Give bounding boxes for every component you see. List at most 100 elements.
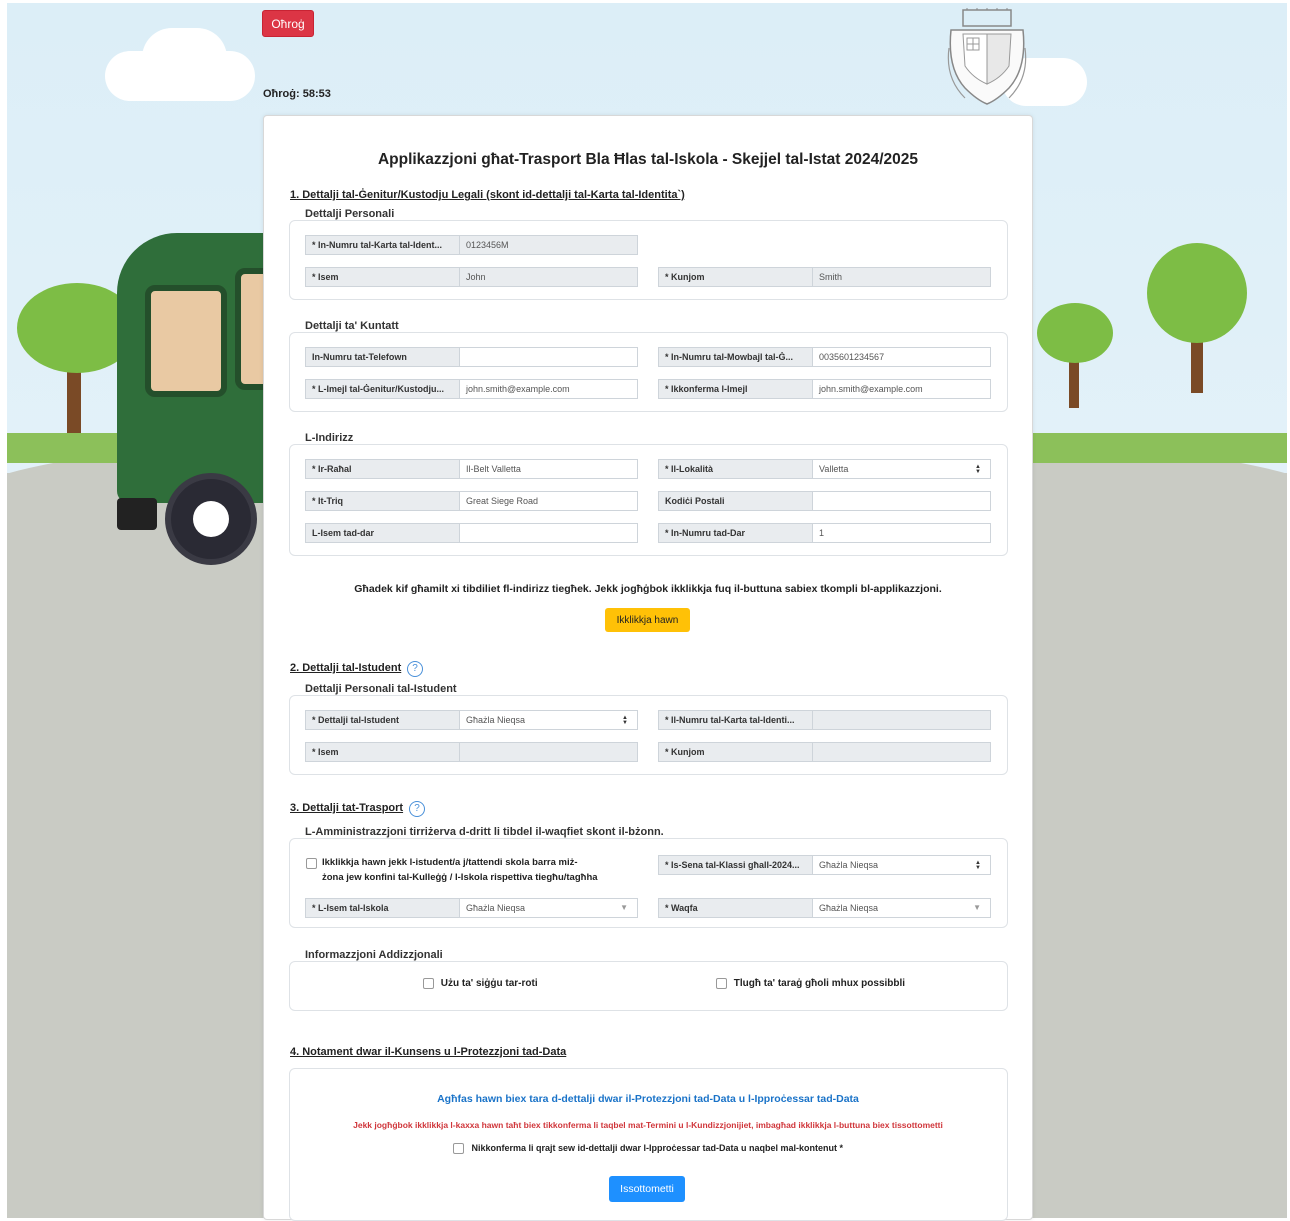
- village-input[interactable]: Il-Belt Valletta: [459, 459, 638, 479]
- mobile-field: * In-Numru tal-Mowbajl tal-Ġ... 00356012…: [658, 347, 991, 367]
- student-select-field: * Dettalji tal-Istudent Għażla Nieqsa ▲ ▼: [305, 710, 638, 730]
- chevron-down-icon: ▼︎: [620, 903, 628, 912]
- additional-info-legend: Informazzjoni Addizzjonali: [305, 949, 443, 961]
- address-panel: * Ir-Raħal Il-Belt Valletta * Il-Lokalit…: [289, 444, 1008, 556]
- student-id-field: * Il-Numru tal-Karta tal-Identi...: [658, 710, 991, 730]
- student-name-field: * Isem: [305, 742, 638, 762]
- contact-details-panel: In-Numru tat-Telefown * In-Numru tal-Mow…: [289, 332, 1008, 412]
- data-protection-link[interactable]: Agħfas hawn biex tara d-dettalji dwar il…: [264, 1093, 1032, 1105]
- locality-field: * Il-Lokalità Valletta ▲ ▼: [658, 459, 991, 479]
- school-name-select[interactable]: Għażla Nieqsa ▼︎: [459, 898, 638, 918]
- section-4-heading: 4. Notament dwar il-Kunsens u l-Protezzj…: [290, 1046, 567, 1058]
- house-name-input[interactable]: [459, 523, 638, 543]
- email-input[interactable]: john.smith@example.com: [459, 379, 638, 399]
- parent-id-card-input[interactable]: 0123456M: [459, 235, 638, 255]
- session-timer: Oħroġ: 58:53: [263, 88, 331, 100]
- student-select[interactable]: Għażla Nieqsa ▲ ▼: [459, 710, 638, 730]
- village-field: * Ir-Raħal Il-Belt Valletta: [305, 459, 638, 479]
- student-surname-input[interactable]: [812, 742, 991, 762]
- mobile-label: * In-Numru tal-Mowbajl tal-Ġ...: [658, 347, 812, 367]
- confirm-email-input[interactable]: john.smith@example.com: [812, 379, 991, 399]
- click-here-button[interactable]: Ikklikkja hawn: [605, 608, 690, 632]
- parent-surname-field: * Kunjom Smith: [658, 267, 991, 287]
- outside-zone-checkbox[interactable]: [306, 858, 317, 869]
- street-label: * It-Triq: [305, 491, 459, 511]
- student-name-input[interactable]: [459, 742, 638, 762]
- locality-label: * Il-Lokalità: [658, 459, 812, 479]
- stairs-option: Tlugħ ta' taraġ għoli mhux possibbli: [716, 978, 905, 989]
- bus-stop-label: * Waqfa: [658, 898, 812, 918]
- parent-id-card-field: * In-Numru tal-Karta tal-Ident... 012345…: [305, 235, 638, 255]
- house-name-label: L-Isem tad-dar: [305, 523, 459, 543]
- student-id-input[interactable]: [812, 710, 991, 730]
- help-icon[interactable]: ?: [407, 661, 423, 677]
- phone-label: In-Numru tat-Telefown: [305, 347, 459, 367]
- chevron-down-icon: ▼︎: [973, 903, 981, 912]
- consent-label: Nikkonferma li qrajt sew id-dettalji dwa…: [471, 1143, 844, 1153]
- parent-name-input[interactable]: John: [459, 267, 638, 287]
- outside-zone-option: Ikklikkja hawn jekk l-istudent/a j/tatte…: [306, 855, 641, 885]
- wheelchair-checkbox[interactable]: [423, 978, 434, 989]
- postcode-field: Kodiċi Postali: [658, 491, 991, 511]
- additional-info-panel: Użu ta' siġġu tar-roti Tlugħ ta' taraġ g…: [289, 961, 1008, 1011]
- mobile-input[interactable]: 0035601234567: [812, 347, 991, 367]
- outside-zone-label-1: Ikklikkja hawn jekk l-istudent/a j/tatte…: [322, 857, 578, 868]
- street-input[interactable]: Great Siege Road: [459, 491, 638, 511]
- exit-button[interactable]: Oħroġ: [262, 10, 314, 37]
- parent-surname-input[interactable]: Smith: [812, 267, 991, 287]
- transport-legend: L-Amministrazzjoni tirriżerva d-dritt li…: [305, 826, 664, 838]
- school-name-label: * L-Isem tal-Iskola: [305, 898, 459, 918]
- school-name-select-value: Għażla Nieqsa: [466, 903, 526, 913]
- house-number-field: * In-Numru tad-Dar 1: [658, 523, 991, 543]
- stairs-checkbox[interactable]: [716, 978, 727, 989]
- parent-id-card-label: * In-Numru tal-Karta tal-Ident...: [305, 235, 459, 255]
- stairs-label: Tlugħ ta' taraġ għoli mhux possibbli: [733, 978, 906, 990]
- phone-input[interactable]: [459, 347, 638, 367]
- personal-details-legend: Dettalji Personali: [305, 208, 395, 220]
- house-number-input[interactable]: 1: [812, 523, 991, 543]
- section-3-heading: 3. Dettalji tat-Trasport: [290, 802, 404, 814]
- village-label: * Ir-Raħal: [305, 459, 459, 479]
- wheelchair-option: Użu ta' siġġu tar-roti: [423, 978, 538, 989]
- contact-details-legend: Dettalji ta' Kuntatt: [305, 320, 399, 332]
- bus-stop-select[interactable]: Għażla Nieqsa ▼︎: [812, 898, 991, 918]
- house-number-label: * In-Numru tad-Dar: [658, 523, 812, 543]
- student-surname-label: * Kunjom: [658, 742, 812, 762]
- application-form-card: Applikazzjoni għat-Trasport Bla Ħlas tal…: [263, 115, 1033, 1221]
- school-name-field: * L-Isem tal-Iskola Għażla Nieqsa ▼︎: [305, 898, 638, 918]
- personal-details-panel: * In-Numru tal-Karta tal-Ident... 012345…: [289, 220, 1008, 300]
- confirm-email-field: * Ikkonferma l-Imejl john.smith@example.…: [658, 379, 991, 399]
- bus-bumper: [117, 498, 157, 530]
- bus-wheel: [165, 473, 257, 565]
- consent-checkbox[interactable]: [452, 1143, 464, 1155]
- parent-name-field: * Isem John: [305, 267, 638, 287]
- submit-button[interactable]: Issottometti: [609, 1176, 685, 1202]
- outside-zone-label-2: żona jew konfini tal-Kulleġġ / l-Iskola …: [322, 872, 598, 883]
- student-id-label: * Il-Numru tal-Karta tal-Identi...: [658, 710, 812, 730]
- confirm-email-label: * Ikkonferma l-Imejl: [658, 379, 812, 399]
- select-caret-icon: ▲ ▼: [975, 860, 981, 871]
- form-title: Applikazzjoni għat-Trasport Bla Ħlas tal…: [377, 151, 919, 168]
- locality-select[interactable]: Valletta ▲ ▼: [812, 459, 991, 479]
- bus-stop-field: * Waqfa Għażla Nieqsa ▼︎: [658, 898, 991, 918]
- section-2-heading-row: 2. Dettalji tal-Istudent: [290, 662, 401, 674]
- cloud-left-top: [142, 28, 227, 88]
- class-year-select[interactable]: Għażla Nieqsa ▲ ▼: [812, 855, 991, 875]
- class-year-label: * Is-Sena tal-Klassi għall-2024...: [658, 855, 812, 875]
- transport-details-panel: Ikklikkja hawn jekk l-istudent/a j/tatte…: [289, 838, 1008, 928]
- school-bus: [117, 233, 287, 503]
- section-3-heading-row: 3. Dettalji tat-Trasport: [290, 802, 403, 814]
- help-icon[interactable]: ?: [409, 801, 425, 817]
- locality-select-value: Valletta: [819, 464, 849, 474]
- house-name-field: L-Isem tad-dar: [305, 523, 638, 543]
- section-2-heading: 2. Dettalji tal-Istudent: [290, 662, 402, 674]
- postcode-input[interactable]: [812, 491, 991, 511]
- address-legend: L-Indirizz: [305, 432, 354, 444]
- email-label: * L-Imejl tal-Ġenitur/Kustodju...: [305, 379, 459, 399]
- student-select-label: * Dettalji tal-Istudent: [305, 710, 459, 730]
- phone-field: In-Numru tat-Telefown: [305, 347, 638, 367]
- student-personal-legend: Dettalji Personali tal-Istudent: [305, 683, 457, 695]
- address-change-notice: Għadek kif għamilt xi tibdiliet fl-indir…: [354, 583, 942, 595]
- section-1-heading: 1. Dettalji tal-Ġenitur/Kustodju Legali …: [290, 189, 685, 201]
- parent-name-label: * Isem: [305, 267, 459, 287]
